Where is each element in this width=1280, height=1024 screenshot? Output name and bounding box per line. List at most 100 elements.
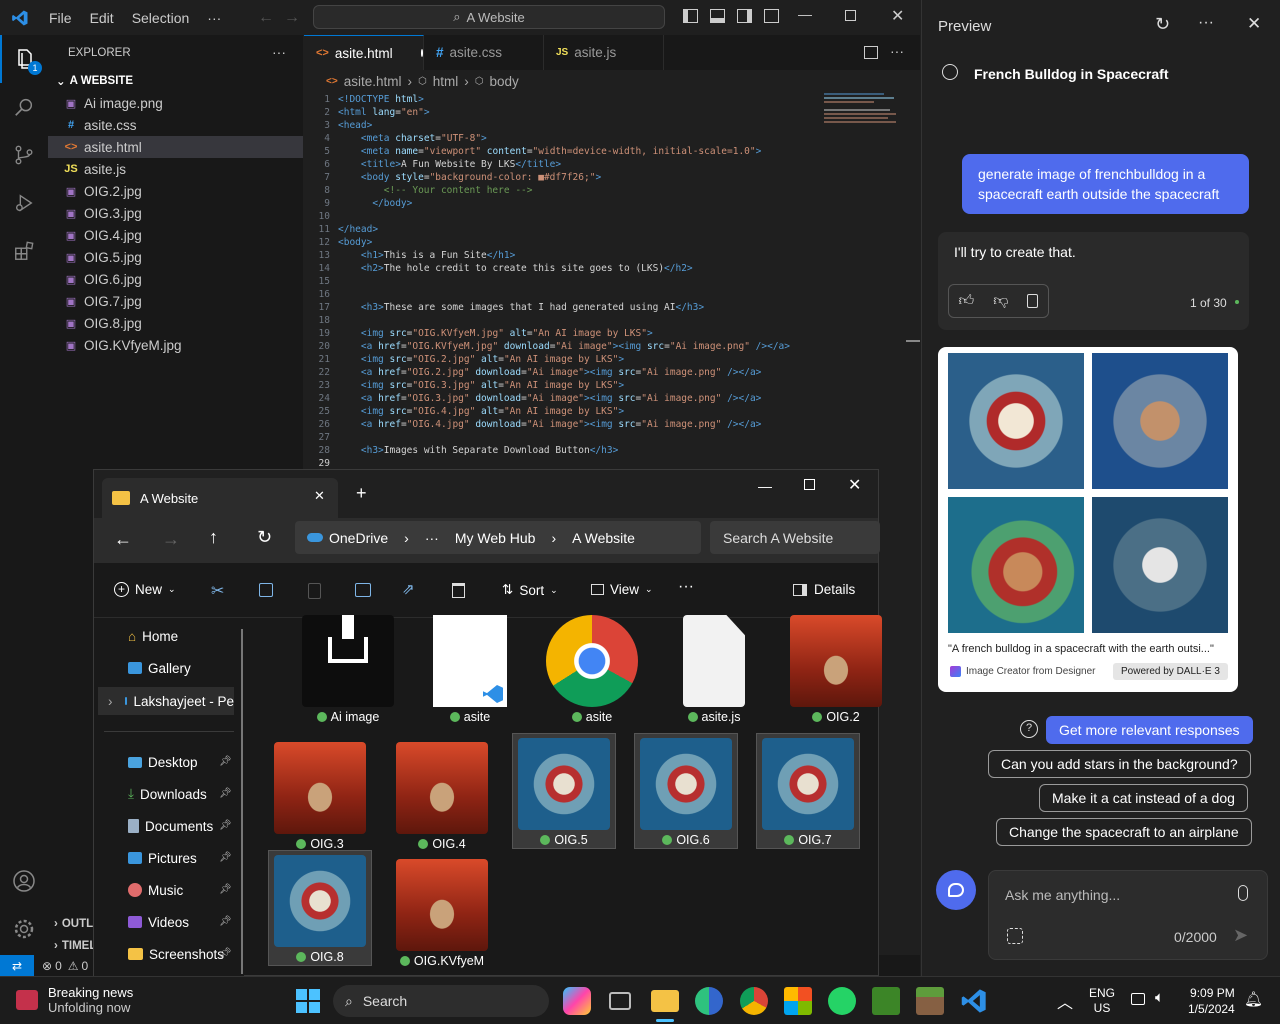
file-item[interactable]: asite bbox=[418, 611, 522, 727]
run-debug-icon[interactable] bbox=[0, 179, 48, 227]
search-box[interactable]: Search A Website bbox=[710, 521, 880, 554]
whatsapp-icon[interactable] bbox=[828, 987, 856, 1015]
rename-icon[interactable] bbox=[355, 583, 371, 597]
breadcrumb-html[interactable]: html bbox=[433, 74, 459, 89]
extensions-icon[interactable] bbox=[0, 227, 48, 275]
file-tree-item[interactable]: ▣ OIG.4.jpg bbox=[48, 224, 303, 246]
breadcrumb-body[interactable]: body bbox=[489, 74, 518, 89]
restore-icon[interactable] bbox=[845, 10, 856, 21]
pin-icon[interactable]: 📌︎ bbox=[219, 852, 232, 863]
code-line[interactable]: 10 bbox=[304, 210, 844, 223]
details-button[interactable]: Details bbox=[793, 582, 855, 597]
nav-documents[interactable]: Documents bbox=[128, 815, 213, 837]
up-arrow-icon[interactable]: ↑ bbox=[209, 527, 218, 548]
code-line[interactable]: 1 <!DOCTYPE html> bbox=[304, 93, 844, 106]
code-line[interactable]: 25 <img src="OIG.4.jpg" alt="An AI image… bbox=[304, 405, 844, 418]
view-button[interactable]: View ⌄ bbox=[591, 582, 653, 597]
file-item[interactable]: OIG.2 bbox=[784, 611, 888, 727]
crumb-my-web-hub[interactable]: My Web Hub bbox=[455, 530, 536, 546]
scrollbar[interactable] bbox=[906, 340, 920, 342]
pin-icon[interactable]: 📌︎ bbox=[219, 916, 232, 927]
task-view-icon[interactable] bbox=[609, 992, 631, 1010]
network-icon[interactable] bbox=[1131, 993, 1145, 1005]
search-icon[interactable] bbox=[0, 83, 48, 131]
generated-image-4[interactable] bbox=[1092, 497, 1228, 633]
more-actions-icon[interactable]: ··· bbox=[272, 44, 286, 60]
code-line[interactable]: 27 bbox=[304, 431, 844, 444]
image-source[interactable]: Image Creator from Designer bbox=[966, 666, 1096, 677]
file-tree-item[interactable]: # asite.css bbox=[48, 114, 303, 136]
suggestion-get-more-relevant[interactable]: Get more relevant responses bbox=[1046, 716, 1253, 744]
back-arrow-icon[interactable]: ← bbox=[258, 9, 274, 27]
file-tree-item[interactable]: ▣ OIG.3.jpg bbox=[48, 202, 303, 224]
code-line[interactable]: 28 <h3>Images with Separate Download But… bbox=[304, 444, 844, 457]
file-item[interactable]: OIG.5 bbox=[512, 733, 616, 849]
file-item[interactable]: Ai image bbox=[296, 611, 400, 727]
news-widget[interactable]: Breaking news Unfolding now bbox=[16, 985, 133, 1015]
folder-header[interactable]: ⌄ A WEBSITE bbox=[48, 70, 303, 92]
file-tree-item[interactable]: ▣ OIG.8.jpg bbox=[48, 312, 303, 334]
more-options-icon[interactable]: ··· bbox=[678, 578, 694, 596]
code-line[interactable]: 23 <img src="OIG.3.jpg" alt="An AI image… bbox=[304, 379, 844, 392]
delete-icon[interactable] bbox=[452, 583, 465, 598]
edge-icon[interactable] bbox=[695, 987, 723, 1015]
source-control-icon[interactable] bbox=[0, 131, 48, 179]
pin-icon[interactable]: 📌︎ bbox=[219, 820, 232, 831]
minecraft-icon[interactable] bbox=[916, 987, 944, 1015]
manage-gear-icon[interactable] bbox=[0, 905, 48, 953]
maximize-icon[interactable] bbox=[804, 479, 815, 490]
pin-icon[interactable]: 📌︎ bbox=[219, 948, 232, 959]
close-icon[interactable]: ✕ bbox=[1247, 14, 1261, 34]
code-line[interactable]: 26 <a href="OIG.4.jpg" download="Ai imag… bbox=[304, 418, 844, 431]
copy-icon[interactable] bbox=[259, 583, 273, 597]
nav-videos[interactable]: Videos bbox=[128, 911, 189, 933]
code-line[interactable]: 4 <meta charset="UTF-8"> bbox=[304, 132, 844, 145]
chevron-up-icon[interactable]: ︿ bbox=[1057, 989, 1073, 1013]
sort-button[interactable]: ⇅ Sort ⌄ bbox=[502, 582, 558, 598]
back-arrow-icon[interactable]: ← bbox=[114, 529, 132, 550]
crumb-a-website[interactable]: A Website bbox=[572, 530, 635, 546]
code-line[interactable]: 11 </head> bbox=[304, 223, 844, 236]
code-line[interactable]: 5 <meta name="viewport" content="width=d… bbox=[304, 145, 844, 158]
code-line[interactable]: 7 <body style="background-color: ■#df7f2… bbox=[304, 171, 844, 184]
code-line[interactable]: 2 <html lang="en"> bbox=[304, 106, 844, 119]
nav-pictures[interactable]: Pictures bbox=[128, 847, 197, 869]
tab-asite-js[interactable]: JS asite.js bbox=[544, 35, 664, 70]
file-tree-item[interactable]: ▣ OIG.5.jpg bbox=[48, 246, 303, 268]
nav-scrollbar[interactable] bbox=[241, 629, 243, 974]
code-line[interactable]: 12 <body> bbox=[304, 236, 844, 249]
chat-input[interactable]: Ask me anything... bbox=[1005, 887, 1120, 903]
code-line[interactable]: 21 <img src="OIG.2.jpg" alt="An AI image… bbox=[304, 353, 844, 366]
pin-icon[interactable]: 📌︎ bbox=[219, 756, 232, 767]
code-line[interactable]: 22 <a href="OIG.2.jpg" download="Ai imag… bbox=[304, 366, 844, 379]
menu-edit[interactable]: Edit bbox=[81, 10, 123, 26]
minecraft-launcher-icon[interactable] bbox=[872, 987, 900, 1015]
clock[interactable]: 9:09 PM 1/5/2024 bbox=[1188, 985, 1235, 1017]
menu-more[interactable]: ··· bbox=[198, 10, 230, 26]
split-editor-icon[interactable] bbox=[864, 46, 878, 59]
file-item[interactable]: OIG.6 bbox=[634, 733, 738, 849]
code-line[interactable]: 14 <h2>The hole credit to create this si… bbox=[304, 262, 844, 275]
generated-image-2[interactable] bbox=[1092, 353, 1228, 489]
taskbar-search[interactable]: ⌕ Search bbox=[333, 985, 549, 1017]
nav-onedrive[interactable]: › Lakshayjeet - Pe bbox=[98, 687, 234, 715]
menu-selection[interactable]: Selection bbox=[123, 10, 199, 26]
send-icon[interactable]: ➤ bbox=[1233, 925, 1248, 946]
nav-desktop[interactable]: Desktop bbox=[128, 751, 198, 773]
command-center[interactable]: ⌕ A Website bbox=[313, 5, 665, 29]
file-tree-item[interactable]: JS asite.js bbox=[48, 158, 303, 180]
file-tree-item[interactable]: ▣ OIG.7.jpg bbox=[48, 290, 303, 312]
minimize-icon[interactable]: — bbox=[758, 478, 772, 494]
file-tree-item[interactable]: ▣ OIG.6.jpg bbox=[48, 268, 303, 290]
address-bar[interactable]: OneDrive › ··· My Web Hub › A Website bbox=[295, 521, 701, 554]
cut-icon[interactable]: ✂ bbox=[211, 581, 224, 601]
toggle-sidebar-icon[interactable] bbox=[683, 9, 698, 23]
toggle-panel-icon[interactable] bbox=[710, 9, 725, 23]
nav-screenshots[interactable]: Screenshots bbox=[128, 943, 224, 965]
start-button[interactable] bbox=[296, 989, 320, 1013]
copy-icon[interactable] bbox=[1027, 294, 1039, 308]
close-icon[interactable]: ✕ bbox=[848, 475, 861, 495]
crumb-onedrive[interactable]: OneDrive bbox=[329, 530, 388, 546]
forward-arrow-icon[interactable]: → bbox=[162, 529, 180, 550]
code-line[interactable]: 8 <!-- Your content here --> bbox=[304, 184, 844, 197]
